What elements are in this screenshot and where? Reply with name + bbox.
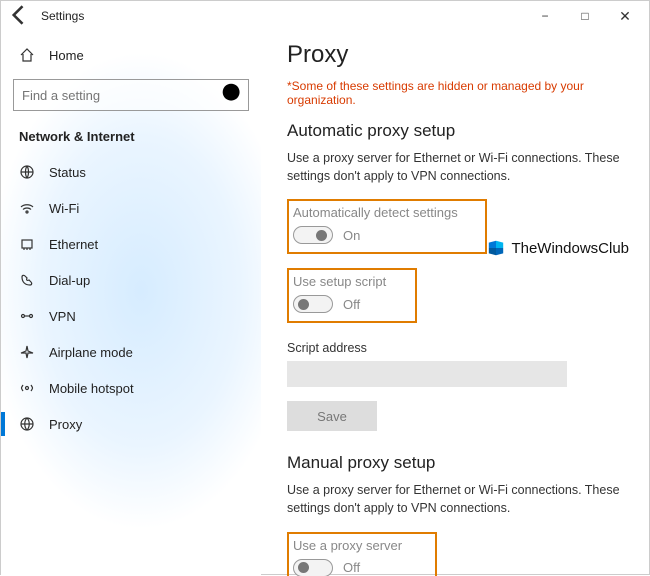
vpn-icon bbox=[19, 308, 35, 324]
main-panel: Proxy *Some of these settings are hidden… bbox=[261, 31, 649, 576]
sidebar-item-wifi[interactable]: Wi-Fi bbox=[11, 190, 251, 226]
use-proxy-label: Use a proxy server bbox=[293, 538, 429, 553]
search-icon bbox=[218, 79, 248, 112]
dialup-icon bbox=[19, 272, 35, 288]
manual-proxy-desc: Use a proxy server for Ethernet or Wi-Fi… bbox=[287, 481, 623, 517]
wifi-icon bbox=[19, 200, 35, 216]
sidebar-section-title: Network & Internet bbox=[11, 125, 251, 154]
save-button[interactable]: Save bbox=[287, 401, 377, 431]
sidebar-item-vpn[interactable]: VPN bbox=[11, 298, 251, 334]
close-button[interactable]: ✕ bbox=[605, 8, 645, 25]
auto-detect-group: Automatically detect settings On bbox=[287, 199, 487, 254]
search-input[interactable] bbox=[14, 88, 218, 103]
sidebar-home[interactable]: Home bbox=[11, 37, 251, 73]
airplane-icon bbox=[19, 344, 35, 360]
sidebar-item-airplane[interactable]: Airplane mode bbox=[11, 334, 251, 370]
org-warning: *Some of these settings are hidden or ma… bbox=[287, 79, 623, 107]
titlebar: Settings − □ ✕ bbox=[1, 1, 649, 31]
ethernet-icon bbox=[19, 236, 35, 252]
sidebar-item-hotspot[interactable]: Mobile hotspot bbox=[11, 370, 251, 406]
watermark-text: TheWindowsClub bbox=[511, 240, 629, 257]
sidebar-item-label: Wi-Fi bbox=[49, 201, 79, 216]
back-button[interactable] bbox=[5, 1, 33, 32]
home-icon bbox=[19, 47, 35, 63]
status-icon bbox=[19, 164, 35, 180]
script-address-input[interactable] bbox=[287, 361, 567, 387]
auto-detect-toggle[interactable] bbox=[293, 226, 333, 244]
watermark: TheWindowsClub bbox=[487, 239, 629, 257]
setup-script-toggle[interactable] bbox=[293, 295, 333, 313]
setup-script-state: Off bbox=[343, 297, 360, 312]
minimize-button[interactable]: − bbox=[525, 9, 565, 23]
proxy-icon bbox=[19, 416, 35, 432]
auto-proxy-heading: Automatic proxy setup bbox=[287, 121, 623, 141]
auto-detect-state: On bbox=[343, 228, 360, 243]
sidebar-item-label: Mobile hotspot bbox=[49, 381, 134, 396]
setup-script-group: Use setup script Off bbox=[287, 268, 417, 323]
auto-detect-label: Automatically detect settings bbox=[293, 205, 479, 220]
sidebar-item-label: Airplane mode bbox=[49, 345, 133, 360]
sidebar-item-dialup[interactable]: Dial-up bbox=[11, 262, 251, 298]
sidebar-item-status[interactable]: Status bbox=[11, 154, 251, 190]
maximize-button[interactable]: □ bbox=[565, 9, 605, 23]
sidebar: Home Network & Internet Status Wi-Fi Eth… bbox=[1, 31, 261, 576]
sidebar-item-label: Proxy bbox=[49, 417, 82, 432]
manual-proxy-heading: Manual proxy setup bbox=[287, 453, 623, 473]
auto-proxy-desc: Use a proxy server for Ethernet or Wi-Fi… bbox=[287, 149, 623, 185]
watermark-logo-icon bbox=[487, 239, 505, 257]
sidebar-item-label: Ethernet bbox=[49, 237, 98, 252]
window-title: Settings bbox=[41, 9, 84, 23]
sidebar-item-proxy[interactable]: Proxy bbox=[11, 406, 251, 442]
sidebar-item-label: Status bbox=[49, 165, 86, 180]
use-proxy-group: Use a proxy server Off bbox=[287, 532, 437, 576]
use-proxy-toggle[interactable] bbox=[293, 559, 333, 576]
sidebar-home-label: Home bbox=[49, 48, 84, 63]
sidebar-item-label: Dial-up bbox=[49, 273, 90, 288]
page-title: Proxy bbox=[287, 41, 623, 69]
use-proxy-state: Off bbox=[343, 560, 360, 575]
search-box[interactable] bbox=[13, 79, 249, 111]
script-address-label: Script address bbox=[287, 341, 623, 355]
sidebar-item-label: VPN bbox=[49, 309, 76, 324]
sidebar-item-ethernet[interactable]: Ethernet bbox=[11, 226, 251, 262]
setup-script-label: Use setup script bbox=[293, 274, 409, 289]
hotspot-icon bbox=[19, 380, 35, 396]
